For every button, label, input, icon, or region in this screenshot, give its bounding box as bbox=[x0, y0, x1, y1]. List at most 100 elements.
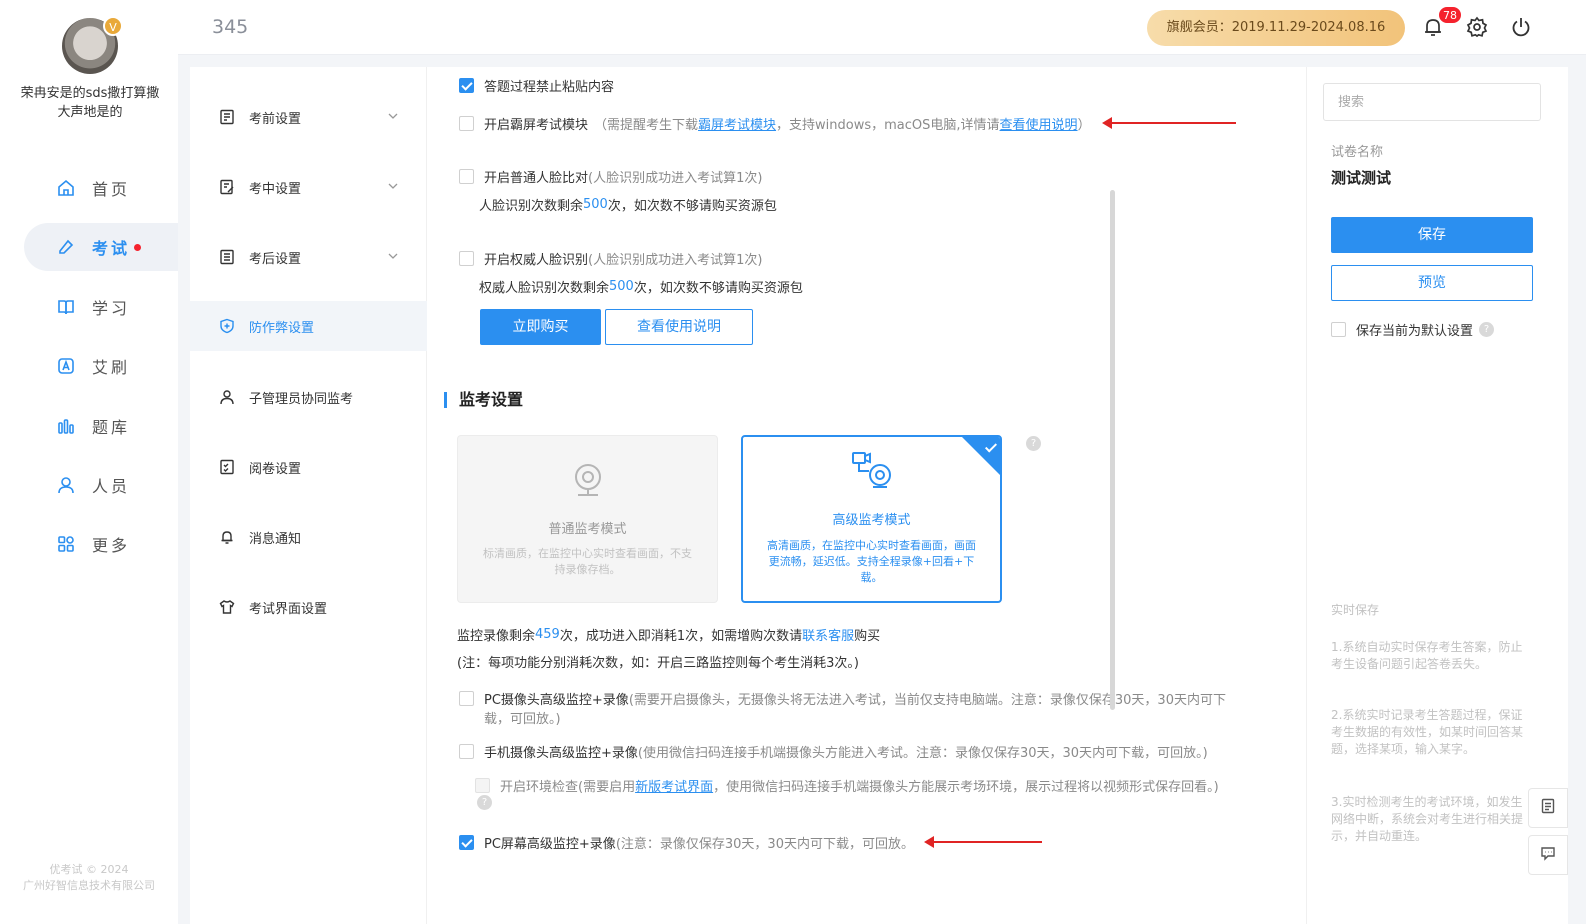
notification-count: 78 bbox=[1438, 6, 1462, 24]
subnav-label: 防作弊设置 bbox=[249, 320, 315, 336]
option-note: 载，可回放。) bbox=[484, 712, 561, 727]
face-compare-checkbox[interactable] bbox=[459, 169, 474, 184]
nav-item-home[interactable]: 首页 bbox=[24, 164, 178, 212]
save-button[interactable]: 保存 bbox=[1331, 217, 1533, 253]
subnav-item-anti-cheat[interactable]: 防作弊设置 bbox=[190, 301, 427, 351]
search-input[interactable] bbox=[1323, 83, 1541, 121]
option-label: PC屏幕高级监控+录像 bbox=[484, 837, 616, 852]
lockdown-help-link[interactable]: 查看使用说明 bbox=[1000, 114, 1078, 133]
auth-face-option[interactable]: 开启权威人脸识别 (人脸识别成功进入考试算1次) bbox=[459, 249, 762, 268]
book-icon bbox=[56, 297, 76, 317]
option-note: (使用微信扫码连接手机端摄像头方能进入考试。注意：录像仅保存30天，30天内可下… bbox=[637, 746, 1208, 761]
advanced-proctor-mode-card[interactable]: 高级监考模式 高清画质，在监控中心实时查看画面，画面更流畅，延迟低。支持全程录像… bbox=[741, 435, 1002, 603]
option-note: ） bbox=[1077, 118, 1091, 133]
gear-icon[interactable] bbox=[1466, 16, 1490, 40]
power-icon[interactable] bbox=[1510, 16, 1534, 40]
no-paste-option[interactable]: 答题过程禁止粘贴内容 bbox=[459, 76, 614, 95]
default-setting-option[interactable]: 保存当前为默认设置 ? bbox=[1331, 320, 1495, 339]
env-check-checkbox[interactable] bbox=[475, 778, 490, 793]
buy-now-button[interactable]: 立即购买 bbox=[480, 309, 601, 345]
notes-float-button[interactable] bbox=[1528, 788, 1568, 828]
mode-title: 高级监考模式 bbox=[832, 513, 911, 528]
page-title: 345 bbox=[212, 16, 249, 38]
apps-icon bbox=[56, 534, 76, 554]
section-title: 监考设置 bbox=[444, 392, 523, 408]
record-note: (注：每项功能分别消耗次数，如：开启三路监控则每个考生消耗3次。) bbox=[457, 656, 859, 671]
home-icon bbox=[56, 178, 76, 198]
nav-item-questions[interactable]: 题库 bbox=[24, 402, 178, 450]
user-name: 荣冉安是的sds撒打算撒大声地是的 bbox=[20, 86, 160, 120]
env-check-option[interactable]: 开启环境检查(需要启用 新版考试界面 ，使用微信扫码连接手机端摄像头方能展示考场… bbox=[475, 776, 1219, 795]
face-remaining: 人脸识别次数剩余 500 次，如次数不够请购买资源包 bbox=[479, 195, 777, 214]
chat-float-button[interactable] bbox=[1528, 835, 1568, 875]
score-sheet-icon bbox=[218, 248, 236, 266]
help-icon[interactable]: ? bbox=[1479, 322, 1495, 337]
lockdown-option[interactable]: 开启霸屏考试模块 （需提醒考生下载 霸屏考试模块 ，支持windows，macO… bbox=[459, 114, 1091, 133]
subnav-item-notifications[interactable]: 消息通知 bbox=[190, 512, 427, 562]
remaining-count: 500 bbox=[609, 279, 634, 294]
preview-button[interactable]: 预览 bbox=[1331, 265, 1533, 301]
shirt-icon bbox=[218, 598, 236, 616]
nav-item-aishua[interactable]: 艾刷 bbox=[24, 342, 178, 390]
paper-name: 测试测试 bbox=[1331, 169, 1392, 187]
mobile-camera-checkbox[interactable] bbox=[459, 744, 474, 759]
subnav-item-exam-ui[interactable]: 考试界面设置 bbox=[190, 582, 427, 632]
nav-item-more[interactable]: 更多 bbox=[24, 520, 178, 568]
view-guide-button[interactable]: 查看使用说明 bbox=[605, 309, 753, 345]
remaining-text: 次，如次数不够请购买资源包 bbox=[633, 281, 803, 296]
remaining-text: 监控录像剩余 bbox=[457, 629, 536, 644]
auth-face-checkbox[interactable] bbox=[459, 251, 474, 266]
nav-item-label: 学习 bbox=[92, 299, 131, 318]
screen-record-option[interactable]: PC屏幕高级监控+录像 (注意：录像仅保存30天，30天内可下载，可回放。 bbox=[459, 833, 914, 852]
default-setting-checkbox[interactable] bbox=[1331, 322, 1346, 337]
settings-subnav: 考前设置 考中设置 考后设置 防作弊设置 子管理员协同监考 阅卷设置 消息通知 bbox=[190, 67, 427, 924]
option-label: 开启霸屏考试模块 bbox=[484, 118, 589, 133]
remaining-text: 次，如次数不够请购买资源包 bbox=[607, 199, 777, 214]
mobile-camera-option[interactable]: 手机摄像头高级监控+录像 (使用微信扫码连接手机端摄像头方能进入考试。注意：录像… bbox=[459, 742, 1208, 761]
shield-icon bbox=[218, 317, 236, 335]
subnav-item-pre-exam[interactable]: 考前设置 bbox=[190, 92, 427, 142]
help-icon[interactable]: ? bbox=[1026, 436, 1041, 451]
download-lockdown-link[interactable]: 霸屏考试模块 bbox=[698, 114, 776, 133]
autosave-title: 实时保存 bbox=[1331, 603, 1380, 617]
chevron-down-icon[interactable] bbox=[387, 180, 399, 192]
chevron-down-icon[interactable] bbox=[387, 250, 399, 262]
chat-icon bbox=[1540, 845, 1556, 865]
nav-item-exam[interactable]: 考试 bbox=[24, 223, 178, 271]
subnav-item-co-proctor[interactable]: 子管理员协同监考 bbox=[190, 372, 427, 422]
membership-badge[interactable]: 旗舰会员：2019.11.29-2024.08.16 bbox=[1147, 10, 1405, 46]
scrollbar[interactable] bbox=[1110, 190, 1115, 710]
nav-item-people[interactable]: 人员 bbox=[24, 461, 178, 509]
contact-support-link[interactable]: 联系客服 bbox=[802, 625, 854, 644]
subnav-item-in-exam[interactable]: 考中设置 bbox=[190, 162, 427, 212]
checklist-icon bbox=[218, 458, 236, 476]
webcam-icon bbox=[570, 462, 606, 502]
option-note: (需要开启摄像头，无摄像头将无法进入考试，当前仅支持电脑端。注意：录像仅保存30… bbox=[628, 693, 1226, 708]
camera-screen-icon bbox=[851, 451, 893, 493]
option-note: (人脸识别成功进入考试算1次) bbox=[588, 253, 763, 268]
auth-face-remaining: 权威人脸识别次数剩余 500 次，如次数不够请购买资源包 bbox=[479, 277, 803, 296]
subnav-item-grading[interactable]: 阅卷设置 bbox=[190, 442, 427, 492]
option-label: 开启环境检查(需要启用 bbox=[500, 780, 636, 795]
bars-icon bbox=[56, 416, 76, 436]
new-exam-ui-link[interactable]: 新版考试界面 bbox=[635, 776, 713, 795]
subnav-label: 子管理员协同监考 bbox=[249, 391, 354, 407]
pc-camera-note-cont: 载，可回放。) bbox=[484, 708, 561, 727]
chevron-down-icon[interactable] bbox=[387, 110, 399, 122]
tip-item: 1.系统自动实时保存考生答案，防止考生设备问题引起答卷丢失。 bbox=[1331, 640, 1523, 671]
annotation-arrow bbox=[1102, 117, 1236, 129]
no-paste-checkbox[interactable] bbox=[459, 78, 474, 93]
screen-record-checkbox[interactable] bbox=[459, 835, 474, 850]
option-label: PC摄像头高级监控+录像 bbox=[484, 693, 629, 708]
help-icon[interactable]: ? bbox=[477, 795, 492, 810]
face-compare-option[interactable]: 开启普通人脸比对 (人脸识别成功进入考试算1次) bbox=[459, 167, 762, 186]
normal-proctor-mode-card[interactable]: 普通监考模式 标清画质，在监控中心实时查看画面，不支持录像存档。 bbox=[457, 435, 718, 603]
nav-item-study[interactable]: 学习 bbox=[24, 283, 178, 331]
nav-item-label: 题库 bbox=[92, 418, 131, 437]
remaining-count: 500 bbox=[583, 197, 608, 212]
subnav-item-post-exam[interactable]: 考后设置 bbox=[190, 232, 427, 282]
remaining-text: 次，成功进入即消耗1次，如需增购次数请 bbox=[559, 629, 803, 644]
lockdown-checkbox[interactable] bbox=[459, 116, 474, 131]
pc-camera-checkbox[interactable] bbox=[459, 691, 474, 706]
mode-title: 普通监考模式 bbox=[548, 522, 627, 537]
